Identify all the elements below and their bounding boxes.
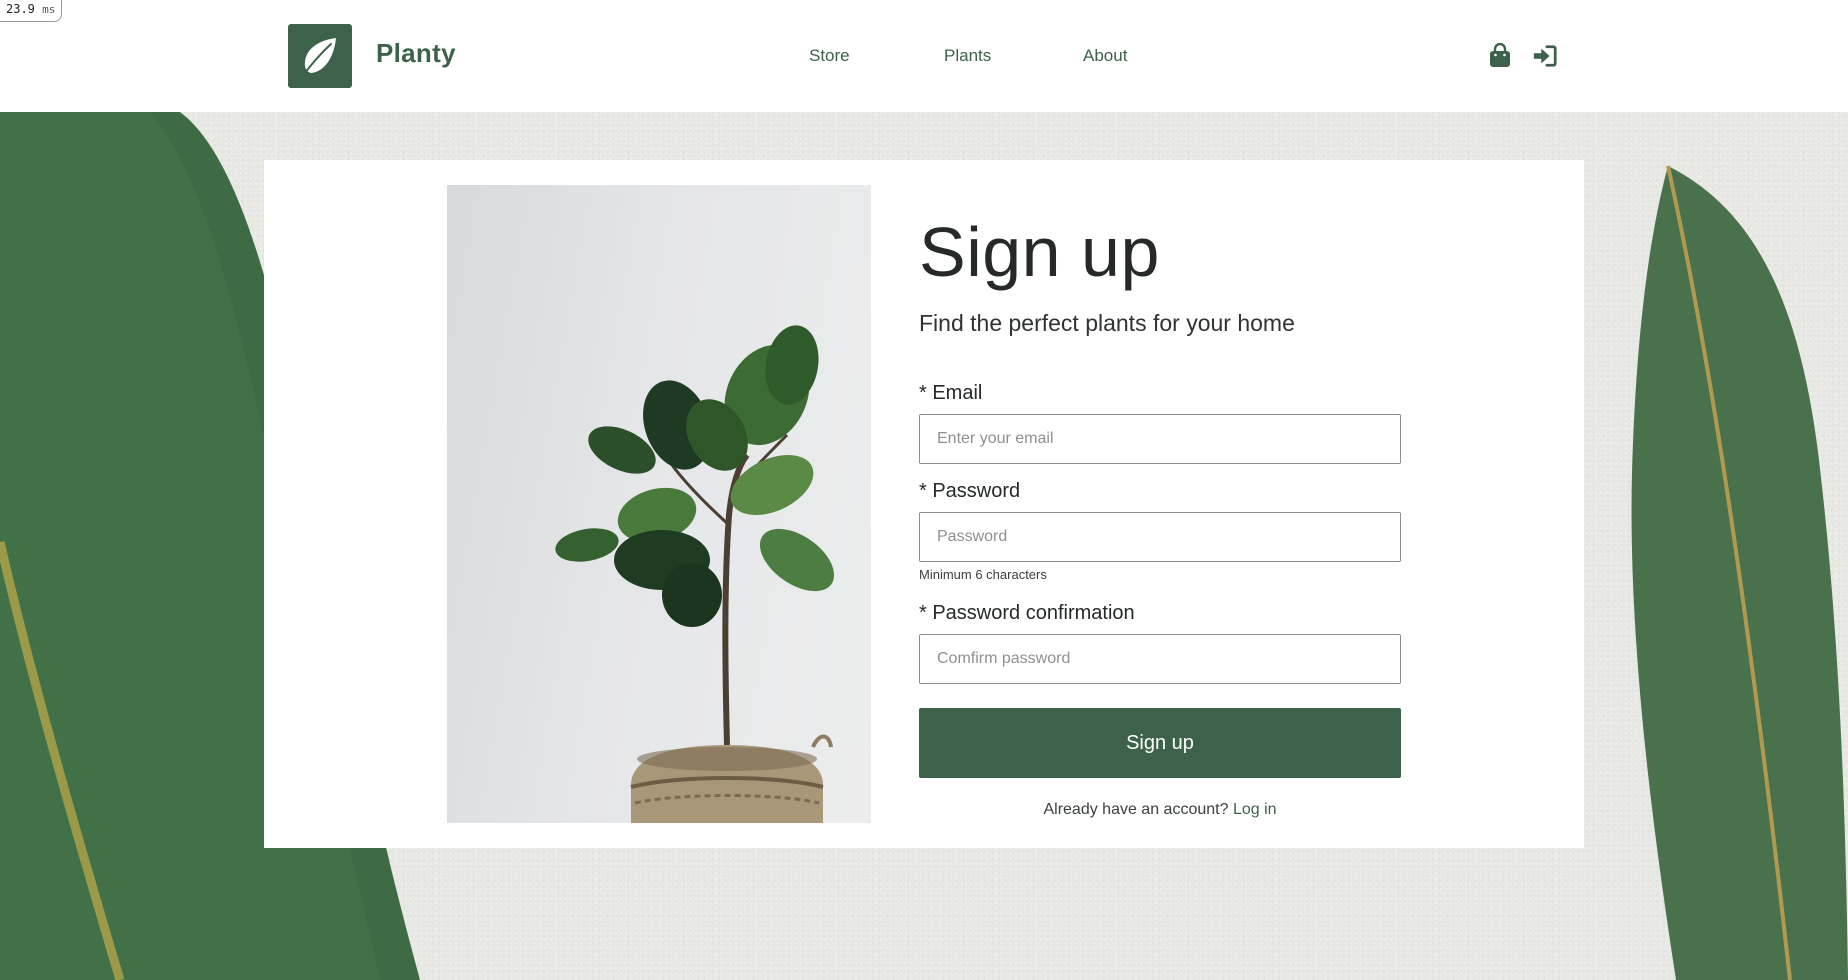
page-subtitle: Find the perfect plants for your home <box>919 310 1295 336</box>
password-hint: Minimum 6 characters <box>919 567 1047 582</box>
nav-link-store[interactable]: Store <box>809 46 850 66</box>
password-label: * Password <box>919 480 1021 502</box>
plant-photo <box>447 185 871 823</box>
signup-button[interactable]: Sign up <box>919 708 1401 778</box>
page-title: Sign up <box>919 213 1160 291</box>
password-confirmation-label: * Password confirmation <box>919 602 1135 624</box>
email-label: * Email <box>919 382 983 404</box>
shopping-bag-icon[interactable] <box>1487 42 1513 70</box>
password-field[interactable] <box>919 512 1401 562</box>
signup-form: Sign up Find the perfect plants for your… <box>919 160 1401 848</box>
password-confirmation-field[interactable] <box>919 634 1401 684</box>
sign-in-icon[interactable] <box>1532 42 1558 70</box>
fiddle-leaf-fig-image <box>555 325 835 823</box>
render-time-value: 23.9 <box>6 2 35 16</box>
render-time-badge: 23.9 ms <box>0 0 63 22</box>
signup-card: Sign up Find the perfect plants for your… <box>264 160 1584 848</box>
login-prompt-text: Already have an account? <box>1043 801 1229 818</box>
email-field[interactable] <box>919 414 1401 464</box>
nav-link-about[interactable]: About <box>1083 46 1127 66</box>
login-link[interactable]: Log in <box>1233 801 1277 818</box>
login-prompt: Already have an account? Log in <box>919 801 1401 819</box>
main-nav: Store Plants About <box>0 46 1848 70</box>
nav-link-plants[interactable]: Plants <box>944 46 991 66</box>
render-time-unit: ms <box>42 3 56 16</box>
site-header: Planty Store Plants About <box>0 0 1848 112</box>
